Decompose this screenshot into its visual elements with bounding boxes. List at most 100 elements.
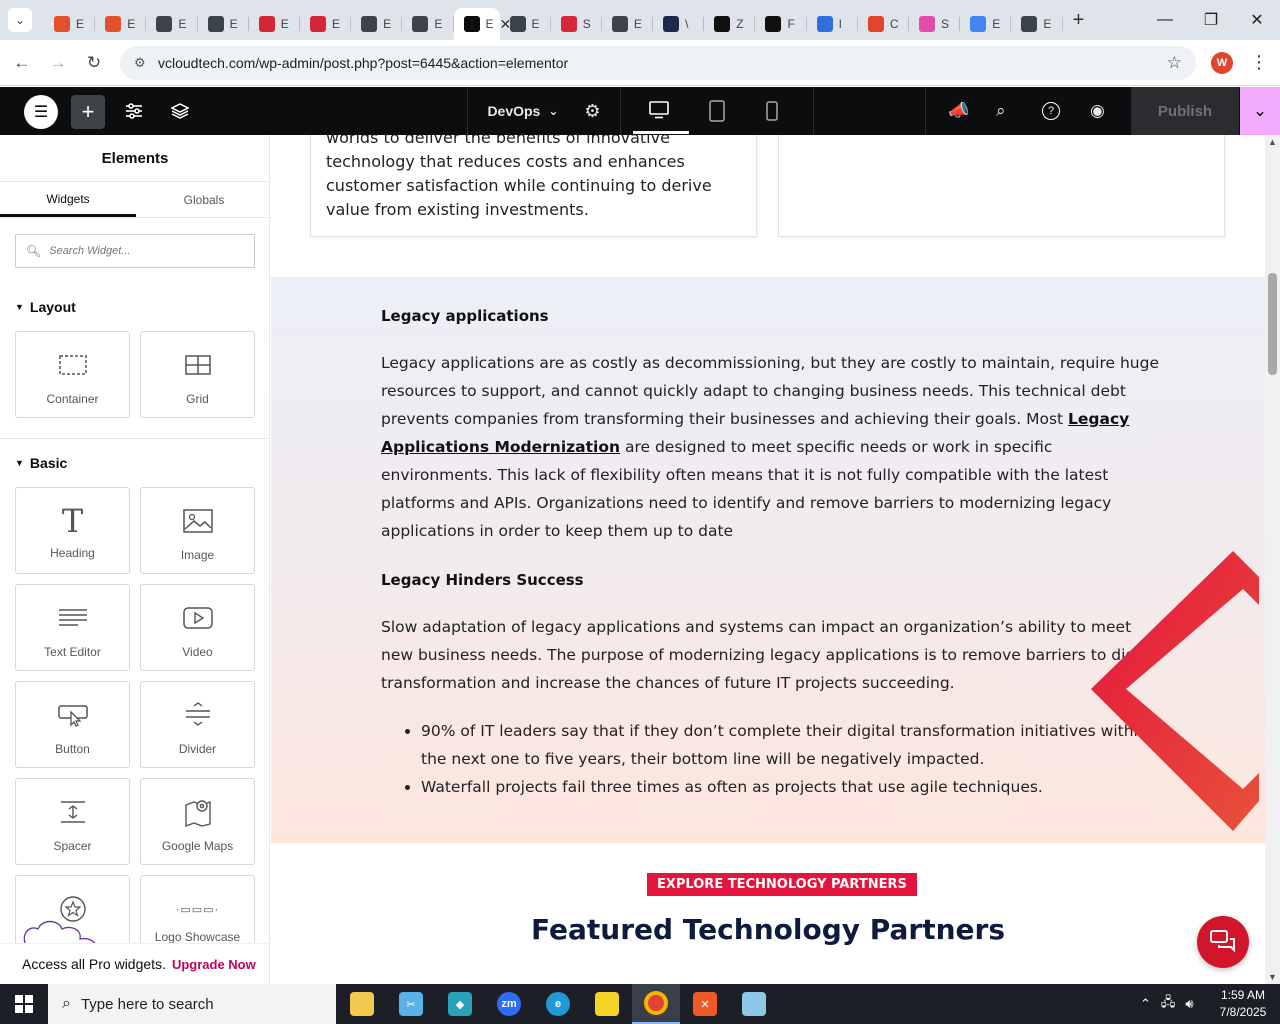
browser-tab[interactable]: E [500, 8, 551, 40]
active-device-indicator [633, 131, 689, 134]
notepad-icon[interactable] [730, 984, 778, 1024]
zoom-icon[interactable]: zm [485, 984, 533, 1024]
widget-spacer[interactable]: Spacer [15, 778, 130, 865]
content-card[interactable]: worlds to deliver the benefits of innova… [310, 135, 757, 237]
app-diamond-icon[interactable]: ◆ [436, 984, 484, 1024]
finder-search-icon[interactable]: ⌕ [996, 101, 1006, 121]
back-button[interactable]: ← [9, 50, 35, 76]
widget-video[interactable]: Video [140, 584, 255, 671]
browser-tab[interactable]: E [960, 8, 1012, 40]
widget-label: Google Maps [161, 839, 234, 853]
widget-grid[interactable]: Grid [140, 331, 255, 418]
widget-text-editor[interactable]: Text Editor [15, 584, 130, 671]
whats-new-megaphone-icon[interactable]: 📣 [948, 101, 969, 121]
widget-container[interactable]: Container [15, 331, 130, 418]
mobile-device-icon[interactable] [766, 101, 778, 126]
file-explorer-icon[interactable] [338, 984, 386, 1024]
tablet-device-icon[interactable] [709, 100, 725, 127]
browser-tab[interactable]: S [551, 8, 602, 40]
page-scrollbar[interactable]: ▲ ▼ [1265, 135, 1280, 984]
widget-search-box[interactable]: 🔍︎ [15, 234, 255, 268]
windows-start-icon[interactable] [0, 984, 48, 1024]
widget-label: Divider [178, 742, 217, 756]
preview-eye-icon[interactable]: ◉ [1090, 101, 1105, 121]
structure-layers-icon[interactable] [164, 87, 196, 135]
category-basic-toggle[interactable]: ▼ Basic [15, 455, 67, 471]
close-window-button[interactable]: ✕ [1234, 0, 1280, 40]
widget-google-maps[interactable]: Google Maps [140, 778, 255, 865]
browser-tab[interactable]: Z [704, 8, 756, 40]
snipping-tool-icon[interactable]: ✂ [387, 984, 435, 1024]
address-bar[interactable]: ⚙ vcloudtech.com/wp-admin/post.php?post=… [120, 46, 1196, 80]
browser-tab[interactable]: E [146, 8, 198, 40]
chat-bubble-icon[interactable] [1197, 916, 1249, 968]
upgrade-now-link[interactable]: Upgrade Now [172, 957, 256, 972]
tab-title: I [838, 17, 842, 31]
tray-chevron-up-icon[interactable]: ⌃ [1140, 996, 1151, 1012]
url-text[interactable]: vcloudtech.com/wp-admin/post.php?post=64… [158, 55, 568, 71]
browser-tab[interactable]: I [807, 8, 858, 40]
restore-button[interactable]: ❐ [1188, 0, 1234, 40]
windows-taskbar: ⌕ Type here to search ✂ ◆ zm e ✕ ⌃ 🖧 🔊︎ … [0, 984, 1280, 1024]
scroll-thumb[interactable] [1268, 273, 1277, 375]
browser-tab[interactable]: E [1011, 8, 1063, 40]
section-paragraph: Slow adaptation of legacy applications a… [381, 618, 1160, 692]
browser-tab[interactable]: F [755, 8, 807, 40]
tab-title: E [633, 17, 642, 31]
scroll-up-arrow-icon[interactable]: ▲ [1265, 137, 1280, 147]
reload-button[interactable]: ↻ [81, 50, 107, 76]
site-settings-icon[interactable]: ⚙ [134, 55, 150, 71]
taskbar-clock[interactable]: 1:59 AM 7/8/2025 [1212, 987, 1274, 1021]
publish-button[interactable]: Publish [1131, 87, 1239, 135]
scroll-down-arrow-icon[interactable]: ▼ [1265, 972, 1280, 982]
browser-tab[interactable]: E [198, 8, 249, 40]
network-icon[interactable]: 🖧 [1161, 993, 1176, 1015]
tab-globals[interactable]: Globals [136, 183, 269, 217]
spacer-icon [59, 797, 87, 827]
widget-search-input[interactable] [49, 245, 250, 257]
browser-tab[interactable]: E [402, 8, 454, 40]
browser-tab[interactable]: C [858, 8, 909, 40]
page-name-dropdown[interactable]: DevOps ⌄ ⚙ [467, 87, 621, 135]
minimize-button[interactable]: — [1142, 0, 1188, 40]
publish-options-chevron-icon[interactable]: ⌄ [1240, 87, 1280, 135]
widget-button[interactable]: Button [15, 681, 130, 768]
sticky-notes-icon[interactable] [583, 984, 631, 1024]
desktop-device-icon[interactable] [649, 101, 669, 124]
bookmark-star-icon[interactable]: ☆ [1167, 53, 1182, 73]
content-card[interactable] [778, 135, 1225, 237]
volume-icon[interactable]: 🔊︎ [1185, 996, 1193, 1012]
browser-tab[interactable]: E [95, 8, 147, 40]
help-icon[interactable]: ? [1042, 102, 1060, 120]
browser-tab[interactable]: E ✕ [453, 8, 511, 40]
browser-tab[interactable]: E [351, 8, 403, 40]
browser-tab[interactable]: E [300, 8, 352, 40]
browser-tab[interactable]: E [249, 8, 300, 40]
explore-partners-badge[interactable]: EXPLORE TECHNOLOGY PARTNERS [647, 873, 917, 896]
browser-tab[interactable]: S [909, 8, 961, 40]
widget-heading[interactable]: T Heading [15, 487, 130, 574]
profile-avatar[interactable]: W [1211, 52, 1233, 74]
elementor-orange-icon [54, 16, 70, 32]
tab-title: E [1043, 17, 1052, 31]
widget-image[interactable]: Image [140, 487, 255, 574]
add-element-button[interactable]: + [71, 95, 105, 129]
browser-menu-icon[interactable]: ⋮ [1250, 52, 1268, 73]
browser-tab[interactable]: \ [653, 8, 705, 40]
category-layout-toggle[interactable]: ▼ Layout [15, 299, 76, 315]
page-settings-gear-icon[interactable]: ⚙ [584, 101, 600, 122]
edge-icon[interactable]: e [534, 984, 582, 1024]
forward-button[interactable]: → [45, 50, 71, 76]
elementor-logo-icon[interactable]: ☰ [24, 95, 58, 129]
new-tab-button[interactable]: + [1073, 9, 1099, 32]
tab-widgets[interactable]: Widgets [0, 183, 136, 217]
legacy-section[interactable]: Legacy applications Legacy applications … [271, 277, 1265, 843]
widget-divider[interactable]: Divider [140, 681, 255, 768]
browser-tab[interactable]: E [602, 8, 654, 40]
xampp-icon[interactable]: ✕ [681, 984, 729, 1024]
chrome-icon[interactable] [632, 984, 680, 1024]
taskbar-search-box[interactable]: ⌕ Type here to search [48, 984, 336, 1024]
tab-search-button[interactable]: ⌄ [8, 8, 32, 32]
browser-tab[interactable]: E [44, 8, 96, 40]
site-settings-sliders-icon[interactable] [118, 87, 150, 135]
